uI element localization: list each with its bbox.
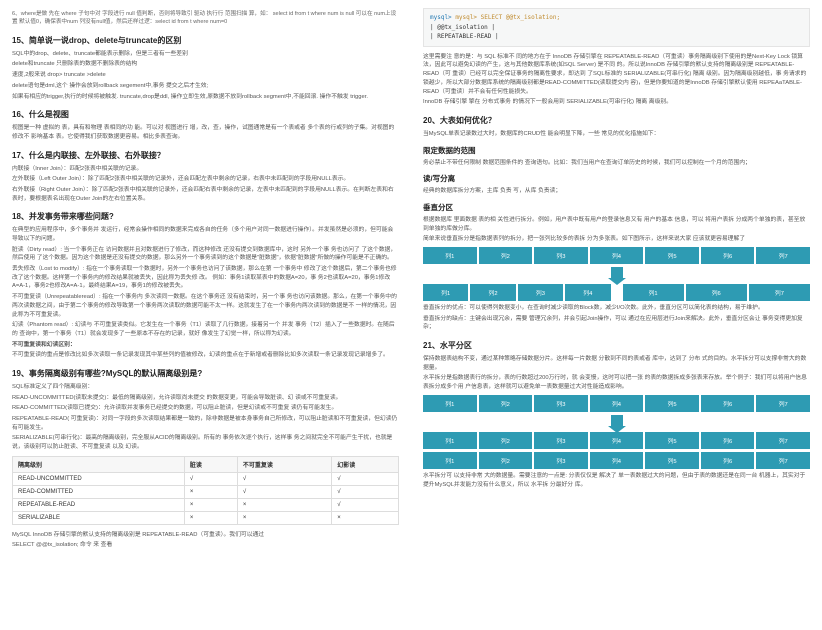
q15-title: 15、简单说一说drop、delete与truncate的区别	[12, 35, 399, 46]
q18-title: 18、并发事务带来哪些问题?	[12, 211, 399, 222]
p: 务必禁止不带任何限制 数据范围条件的 查询语句。比如：我们当用户在查询订单历史的…	[423, 159, 810, 168]
p: InnoDB 存储引擎 擎在 分布式事务 的情况下一般会用到 SERIALIZA…	[423, 98, 810, 107]
sub: 垂直分区	[423, 202, 810, 213]
q6-text: 6、where是做 先在 where 子句中对 字段进行 null 值判断，否则…	[12, 10, 399, 27]
p: 简单来说垂直拆分是指数据表列的拆分，把一张列比较多的表拆 分为多张表。如下图所示…	[423, 235, 810, 244]
p: REPEATABLE-READ( 可重复读)：对同一字段的多次读取结果都是一致的…	[12, 415, 399, 432]
q17-title: 17、什么是内联接、左外联接、右外联接？	[12, 150, 399, 161]
p: 水平拆分是指数据表行的拆分，表的行数超过200万行时，就 会变慢，这时可以把一张…	[423, 374, 810, 391]
p: SQL中的drop、delete、truncate都能表示删除，但是三者有一些差…	[12, 50, 399, 59]
p: MySQL InnoDB 存储引擎的默认支持的隔离级别是 REPEATABLE-…	[12, 531, 399, 540]
p: READ-COMMITTED(读取已提交)：允许读取并发事务已经提交的数据，可以…	[12, 404, 399, 413]
p: delete和truncate 只删除表的数据不删除表的结构	[12, 60, 399, 69]
p: 垂直拆分的缺点：主键会出现冗余，需要 管理冗余列，并会引起Join操作，可以 通…	[423, 315, 810, 332]
p: 不可重复读（Unrepeatableread）: 指在一个事务内 多次读同一数据…	[12, 293, 399, 319]
p: SELECT @@tx_isolation; 命令 来 查看	[12, 541, 399, 550]
p: 这里需要注 意的是：与 SQL 标准不 同的地方在于 InnoDB 存储引擎在 …	[423, 53, 810, 96]
q19-title: 19、事务隔离级别有哪些?MySQL的默认隔离级别是?	[12, 368, 399, 379]
code-block: mysql> mysql> SELECT @@tx_isolation; | @…	[423, 8, 810, 47]
p: 垂直拆分的优点：可以使得列数据变小，在查询时减少读取的Block数，减少I/O次…	[423, 304, 810, 313]
th: 隔离级别	[13, 456, 185, 472]
p: 视图是一种 虚拟的 表，具有和物理 表相同的功 能。可以对 视图进行 增，改，查…	[12, 124, 399, 141]
p: 水平拆分可 以支持非常 大的数据量。需要注意的一点是: 分表仅仅是 解决了 单一…	[423, 472, 810, 489]
p: 如果有相应的trigger,执行的时候将被触发. truncate,drop是d…	[12, 93, 399, 102]
sub: 读/写分离	[423, 173, 810, 184]
p: SQL标准定义了四个隔离级别：	[12, 383, 399, 392]
p: 当MySQL单表记录数过大时，数据库的CRUD性 能会明显下降，一些 常见的优化…	[423, 130, 810, 139]
p: 不可重复读的重点是修改比如多次读取一条记录发现其中某些列的值被修改，幻读的重点在…	[12, 351, 399, 360]
table-row: REPEATABLE-READ × × √	[13, 498, 399, 511]
p: 内联接（Inner Join）：匹配2张表中相关联的记录。	[12, 165, 399, 174]
p: 丢失修改（Lost to modify）: 指在一个事务读取一个数据时，另外一个…	[12, 265, 399, 291]
p: 脏读（Dirty read）: 当一个事务正在 访问数据并且对数据进行了修改，而…	[12, 246, 399, 263]
arrow-icon	[423, 415, 810, 429]
strip-h2: 列1 列2 列3 列4 列5 列6 列7	[423, 432, 810, 449]
p: 右外联接（Right Outer Join）：除了匹配2张表中相关联的记录外，还…	[12, 186, 399, 203]
sub: 限定数据的范围	[423, 145, 810, 156]
isolation-table: 隔离级别 脏读 不可重复读 幻影读 READ-UNCOMMITTED √ √ √…	[12, 456, 399, 525]
p: 经典的数据库拆分方案，主库 负责 写，从库 负责读；	[423, 187, 810, 196]
p: READ-UNCOMMITTED(读取未提交)：最低的隔离级别，允许读取尚未提交…	[12, 394, 399, 403]
q21-title: 21、水平分区	[423, 340, 810, 351]
th: 脏读	[184, 456, 237, 472]
th: 不可重复读	[237, 456, 331, 472]
strip-after: 列1 列2 列3 列4 列1 列6 列7	[423, 284, 810, 301]
p: 不可重复读和幻读区别：	[12, 341, 399, 350]
p: 速度,2般来说 drop> truncate >delete	[12, 71, 399, 80]
table-row: READ-COMMITTED × √ √	[13, 485, 399, 498]
strip-before: 列1 列2 列3 列4 列5 列6 列7	[423, 247, 810, 264]
right-column: mysql> mysql> SELECT @@tx_isolation; | @…	[411, 0, 822, 630]
p: 根据数据库 里面数据 表的相 关性进行拆分。例如，用户表中既有用户的登录信息又有…	[423, 216, 810, 233]
left-column: 6、where是做 先在 where 子句中对 字段进行 null 值判断，否则…	[0, 0, 411, 630]
p: 左外联接（Left Outer Join）：除了匹配2张表中相关联的记录外，还会…	[12, 175, 399, 184]
table-row: READ-UNCOMMITTED √ √ √	[13, 472, 399, 485]
p: 保持数据表结构不变，通过某种策略存储数据分片。这样每一片数据 分散到不同的表或者…	[423, 355, 810, 372]
table-row: SERIALIZABLE × × ×	[13, 511, 399, 524]
strip-h1: 列1 列2 列3 列4 列5 列6 列7	[423, 395, 810, 412]
strip-h3: 列1 列2 列3 列4 列5 列6 列7	[423, 452, 810, 469]
arrow-icon	[423, 267, 810, 281]
p: SERIALIZABLE(可串行化)：最高的隔离级别，完全服从ACID的隔离级别…	[12, 434, 399, 451]
q16-title: 16、什么是视图	[12, 109, 399, 120]
q20-title: 20、大表如何优化？	[423, 115, 810, 126]
p: delete语句是dml,这个 操作会放到rollback segement中,…	[12, 82, 399, 91]
p: 幻读（Phantom read）: 幻读与 不可重复读类似。它发生在一个事务（T…	[12, 321, 399, 338]
p: 在典型的应用程序中，多个事务并 发运行，经常会操作相同的数据来完成各自的任务（多…	[12, 226, 399, 243]
th: 幻影读	[332, 456, 399, 472]
